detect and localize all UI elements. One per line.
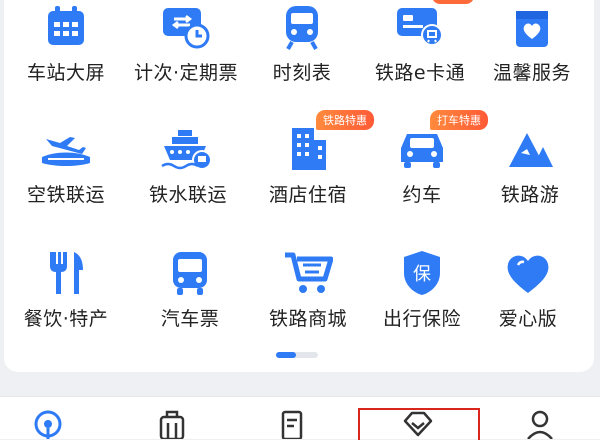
- grid-item-label: 空铁联运: [26, 184, 105, 206]
- grid-item-label: 温馨服务: [492, 62, 571, 84]
- grid-item-label: 铁路游: [500, 184, 560, 206]
- grid-item-railway-mall[interactable]: 铁路商城: [248, 246, 368, 356]
- grid-item-catering-specialty[interactable]: 餐饮·特产: [6, 246, 126, 356]
- bottom-tab-bar: [0, 396, 600, 439]
- grid-item-count-periodic-ticket[interactable]: 计次·定期票: [126, 0, 246, 110]
- grid-item-label: 约车: [402, 184, 442, 206]
- grid-item-label: 汽车票: [160, 308, 220, 330]
- grid-item-bus-ticket[interactable]: 汽车票: [130, 246, 250, 356]
- calendar-icon: [36, 0, 96, 54]
- tab-home[interactable]: [28, 409, 68, 439]
- train-icon: [272, 0, 332, 54]
- grid-item-label: 爱心版: [498, 308, 558, 330]
- insurance-shield-icon: 保: [392, 246, 452, 300]
- tab-profile[interactable]: [520, 409, 560, 439]
- grid-item-hotel[interactable]: 铁路特惠 酒店住宿: [248, 110, 374, 232]
- shopping-cart-icon: [278, 246, 338, 300]
- railway-card-icon: [390, 0, 450, 54]
- grid-item-warm-service[interactable]: 温馨服务: [472, 0, 592, 110]
- luggage-icon: [159, 410, 185, 439]
- page-indicator-active: [276, 352, 296, 358]
- ticket-clock-icon: [156, 0, 216, 54]
- grid-item-care-edition[interactable]: 爱心版: [468, 246, 588, 356]
- page-indicator: [276, 352, 318, 358]
- svg-text:保: 保: [413, 264, 431, 285]
- grid-item-railway-ecard[interactable]: 铁路e卡通: [360, 0, 480, 110]
- grid-item-label: 餐饮·特产: [23, 308, 109, 330]
- home-icon: [34, 410, 62, 439]
- heart-bag-icon: [502, 0, 562, 54]
- grid-item-air-rail[interactable]: 空铁联运: [6, 122, 126, 232]
- grid-item-timetable[interactable]: 时刻表: [242, 0, 362, 110]
- grid-item-travel-insurance[interactable]: 保 出行保险: [362, 246, 482, 356]
- grid-item-label: 时刻表: [272, 62, 332, 84]
- tab-orders[interactable]: [272, 409, 312, 439]
- fork-knife-icon: [36, 246, 96, 300]
- service-grid-card: 车站大屏 计次·定期票 时刻表 铁路e卡通 温馨服务 空铁联运 铁水联运 铁路特…: [4, 0, 594, 372]
- grid-item-ride-hailing[interactable]: 打车特惠 约车: [362, 110, 488, 232]
- grid-item-label: 酒店住宿: [268, 184, 347, 206]
- highlight-box: [358, 408, 480, 440]
- bus-icon: [160, 246, 220, 300]
- heart-icon: [498, 246, 558, 300]
- grid-item-rail-water[interactable]: 铁水联运: [128, 122, 248, 232]
- ship-train-icon: [158, 122, 218, 176]
- car-icon: [392, 122, 452, 176]
- grid-item-label: 铁路e卡通: [374, 62, 466, 84]
- plane-train-icon: [36, 122, 96, 176]
- tab-travel-service[interactable]: [152, 409, 192, 439]
- grid-item-label: 车站大屏: [26, 62, 105, 84]
- mountain-icon: [500, 122, 560, 176]
- grid-item-label: 铁水联运: [148, 184, 227, 206]
- grid-item-label: 铁路商城: [268, 308, 347, 330]
- grid-item-label: 计次·定期票: [133, 62, 239, 84]
- grid-item-station-screen[interactable]: 车站大屏: [6, 0, 126, 110]
- orders-icon: [281, 410, 303, 439]
- hotel-icon: [278, 122, 338, 176]
- grid-item-railway-travel[interactable]: 铁路游: [470, 122, 590, 232]
- profile-icon: [527, 410, 553, 439]
- grid-item-label: 出行保险: [382, 308, 461, 330]
